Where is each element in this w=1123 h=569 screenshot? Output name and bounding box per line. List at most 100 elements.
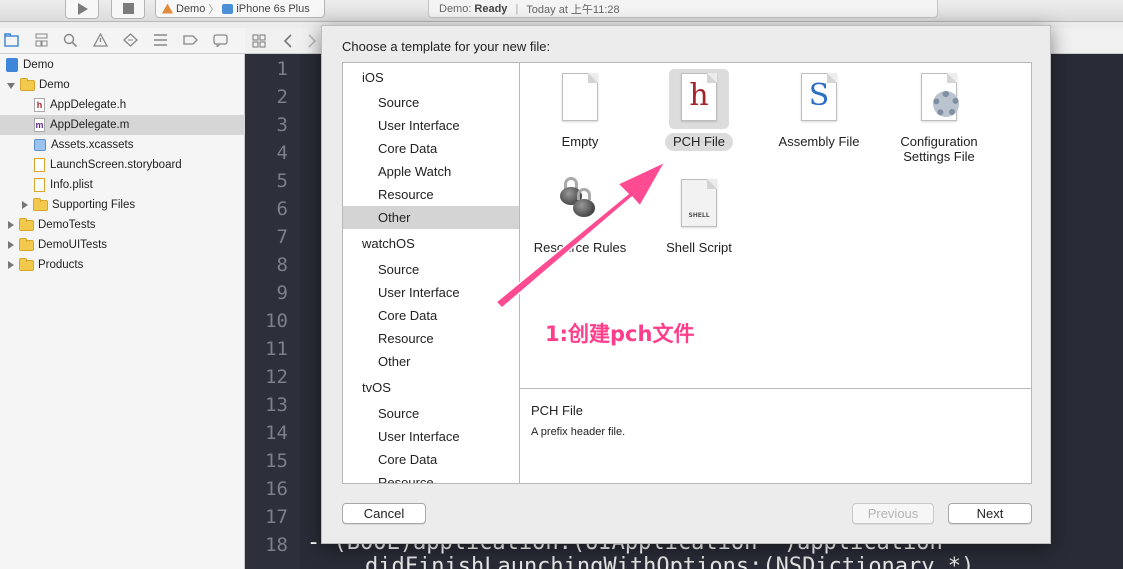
category-item[interactable]: User Interface <box>343 281 519 304</box>
template-category-list[interactable]: iOS Source User Interface Core Data Appl… <box>342 62 520 484</box>
file-row[interactable]: Assets.xcassets <box>0 135 245 155</box>
template-configuration-settings-file[interactable]: Configuration Settings File <box>879 69 999 165</box>
forward-arrow-icon[interactable] <box>305 33 319 49</box>
template-empty[interactable]: Empty <box>520 69 640 151</box>
line-number: 13 <box>265 394 288 416</box>
storyboard-file-icon <box>34 158 45 172</box>
project-navigator: Demo Demo h AppDelegate.h m AppDelegate.… <box>0 54 245 569</box>
category-item[interactable]: Apple Watch <box>343 160 519 183</box>
issue-warning-icon[interactable] <box>93 33 108 47</box>
category-item[interactable]: Resource <box>343 471 519 483</box>
file-row-selected[interactable]: m AppDelegate.m <box>0 115 245 135</box>
folder-icon <box>19 217 34 231</box>
group-row[interactable]: DemoUITests <box>0 235 245 255</box>
scheme-name: Demo <box>176 2 206 15</box>
category-item[interactable]: Resource <box>343 327 519 350</box>
project-navigator-icon[interactable] <box>4 33 19 47</box>
settings-gear-icon <box>909 69 969 129</box>
group-row[interactable]: Demo <box>0 75 245 95</box>
category-item[interactable]: Other <box>343 350 519 373</box>
group-row[interactable]: DemoTests <box>0 215 245 235</box>
file-row[interactable]: Info.plist <box>0 175 245 195</box>
nav-item-label: Assets.xcassets <box>51 139 134 151</box>
file-row[interactable]: LaunchScreen.storyboard <box>0 155 245 175</box>
next-button[interactable]: Next <box>948 503 1032 524</box>
device-icon <box>222 3 234 14</box>
template-shell-script[interactable]: SHELL Shell Script <box>639 175 759 257</box>
category-item-selected[interactable]: Other <box>343 206 519 229</box>
project-icon <box>6 58 18 72</box>
symbol-navigator-icon[interactable] <box>34 33 49 47</box>
disclosure-closed-icon[interactable] <box>6 260 16 270</box>
navigator-selector-bar <box>0 28 245 54</box>
shell-script-icon: SHELL <box>669 175 729 235</box>
project-row[interactable]: Demo <box>0 55 245 75</box>
stop-button[interactable] <box>111 0 145 19</box>
folder-icon <box>19 237 34 251</box>
folder-icon <box>33 197 48 211</box>
status-time: Today at 上午11:28 <box>526 3 620 16</box>
line-number: 14 <box>265 422 288 444</box>
description-text: A prefix header file. <box>531 426 626 438</box>
template-label: Assembly File <box>778 134 860 149</box>
search-icon[interactable] <box>63 33 78 47</box>
disclosure-closed-icon[interactable] <box>6 240 16 250</box>
category-item[interactable]: User Interface <box>343 114 519 137</box>
status-project: Demo: <box>439 2 472 15</box>
file-row[interactable]: h AppDelegate.h <box>0 95 245 115</box>
template-resource-rules[interactable]: Resource Rules <box>520 175 640 257</box>
template-pch-file[interactable]: h PCH File <box>639 69 759 151</box>
category-item[interactable]: Source <box>343 402 519 425</box>
empty-file-icon <box>550 69 610 129</box>
line-number: 15 <box>265 450 288 472</box>
run-button[interactable] <box>65 0 99 19</box>
line-number: 18 <box>265 534 288 556</box>
template-label: Empty <box>561 134 599 149</box>
template-label: PCH File <box>664 133 733 151</box>
nav-item-label: DemoTests <box>38 219 96 231</box>
line-number: 12 <box>265 366 288 388</box>
description-title: PCH File <box>531 403 584 418</box>
category-item[interactable]: Source <box>343 91 519 114</box>
asset-catalog-icon <box>34 139 46 151</box>
category-item[interactable]: User Interface <box>343 425 519 448</box>
related-items-grid-icon[interactable] <box>251 33 267 49</box>
report-navigator-icon[interactable] <box>213 33 228 47</box>
status-separator: | <box>515 2 519 15</box>
disclosure-closed-icon[interactable] <box>20 200 30 210</box>
category-item[interactable]: Resource <box>343 183 519 206</box>
disclosure-closed-icon[interactable] <box>6 220 16 230</box>
template-label: Shell Script <box>666 240 732 255</box>
category-item[interactable]: Source <box>343 258 519 281</box>
annotation-label: 1:创建pch文件 <box>545 322 695 346</box>
debug-navigator-icon[interactable] <box>153 33 168 47</box>
back-arrow-icon[interactable] <box>281 33 295 49</box>
line-number: 2 <box>276 86 288 108</box>
test-diamond-icon[interactable] <box>123 33 138 47</box>
nav-item-label: AppDelegate.h <box>50 99 127 111</box>
nav-item-label: Demo <box>23 59 54 71</box>
cancel-button[interactable]: Cancel <box>342 503 426 524</box>
line-number-gutter: 1 2 3 4 5 6 7 8 9 10 11 12 13 14 15 16 1… <box>245 54 300 569</box>
implementation-file-icon: m <box>34 118 45 132</box>
platform-header: iOS <box>362 70 384 85</box>
nav-item-label: Supporting Files <box>52 199 136 211</box>
category-item[interactable]: Core Data <box>343 137 519 160</box>
device-name: iPhone 6s Plus <box>236 2 310 15</box>
header-file-icon: h <box>34 98 45 112</box>
group-row[interactable]: Supporting Files <box>0 195 245 215</box>
previous-button[interactable]: Previous <box>852 503 934 524</box>
category-item[interactable]: Core Data <box>343 304 519 327</box>
nav-item-label: Products <box>38 259 84 271</box>
code-line: didFinishLaunchingWithOptions:(NSDiction… <box>365 554 975 569</box>
breakpoint-navigator-icon[interactable] <box>183 33 198 47</box>
group-row[interactable]: Products <box>0 255 245 275</box>
line-number: 9 <box>276 282 288 304</box>
template-assembly-file[interactable]: S Assembly File <box>759 69 879 151</box>
line-number: 17 <box>265 506 288 528</box>
template-label: Configuration Settings File <box>900 134 978 164</box>
disclosure-open-icon[interactable] <box>6 80 16 90</box>
line-number: 7 <box>276 226 288 248</box>
scheme-selector[interactable]: Demo 〉 iPhone 6s Plus <box>155 0 325 18</box>
category-item[interactable]: Core Data <box>343 448 519 471</box>
